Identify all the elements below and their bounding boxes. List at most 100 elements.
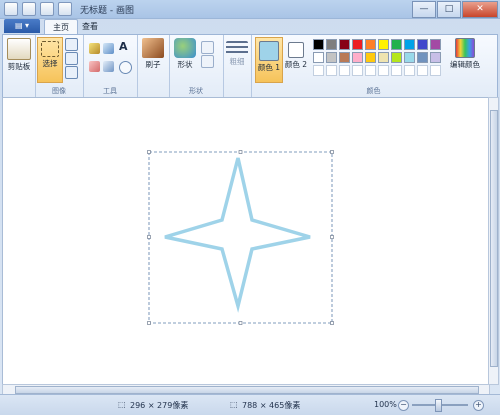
- image-group-label: 图像: [52, 87, 66, 95]
- select-button[interactable]: 选择: [37, 37, 63, 83]
- palette-swatch[interactable]: [417, 52, 428, 63]
- crop-icon[interactable]: [65, 38, 78, 51]
- vertical-scroll-thumb[interactable]: [490, 110, 498, 367]
- image-group: 选择 图像: [35, 35, 84, 97]
- edit-colors-label: 编辑颜色: [450, 60, 480, 69]
- canvas-area[interactable]: [2, 97, 490, 385]
- palette-swatch[interactable]: [326, 39, 337, 50]
- custom-color-slot[interactable]: [352, 65, 363, 76]
- custom-color-slot[interactable]: [378, 65, 389, 76]
- palette-swatch[interactable]: [391, 39, 402, 50]
- size-button[interactable]: 粗细: [225, 41, 249, 66]
- ribbon-tabs: ▤ ▾ 主页 查看: [0, 19, 500, 35]
- palette-swatch[interactable]: [417, 39, 428, 50]
- custom-color-slot[interactable]: [430, 65, 441, 76]
- size-group: 粗细: [223, 35, 252, 97]
- horizontal-scroll-thumb[interactable]: [15, 386, 479, 394]
- palette-swatch[interactable]: [352, 52, 363, 63]
- save-icon[interactable]: [22, 2, 36, 16]
- brushes-group: 刷子: [137, 35, 170, 97]
- zoom-out-button[interactable]: −: [398, 400, 409, 411]
- ribbon: 剪贴板 选择 图像 A 工具 刷子 形状 形状 粗细 颜色 1 颜色 2 编辑颜…: [2, 34, 498, 98]
- status-bar: ⬚ 296 × 279像素 ⬚ 788 × 465像素 100% − +: [0, 394, 500, 415]
- zoom-slider-thumb[interactable]: [435, 399, 442, 412]
- colors-group: 颜色 1 颜色 2 编辑颜色 颜色: [251, 35, 496, 97]
- palette-swatch[interactable]: [430, 52, 441, 63]
- minimize-button[interactable]: —: [412, 1, 436, 18]
- color1-button[interactable]: 颜色 1: [255, 37, 283, 83]
- selection-size: 296 × 279像素: [130, 401, 189, 410]
- rotate-icon[interactable]: [65, 66, 78, 79]
- palette-swatch[interactable]: [378, 52, 389, 63]
- clipboard-icon: [7, 38, 31, 60]
- eraser-icon[interactable]: [89, 61, 100, 72]
- palette-swatch[interactable]: [313, 52, 324, 63]
- redo-icon[interactable]: [58, 2, 72, 16]
- palette-swatch[interactable]: [404, 39, 415, 50]
- paint-app-icon[interactable]: [4, 2, 18, 16]
- brush-icon: [142, 38, 164, 58]
- palette-swatch[interactable]: [430, 39, 441, 50]
- edit-colors-icon: [455, 38, 475, 58]
- color2-swatch: [288, 42, 304, 58]
- zoom-level: 100%: [374, 400, 397, 409]
- outline-icon[interactable]: [201, 41, 214, 54]
- palette-swatch[interactable]: [352, 39, 363, 50]
- shapes-icon: [174, 38, 196, 58]
- brushes-button[interactable]: 刷子: [140, 38, 166, 69]
- palette-swatch[interactable]: [339, 52, 350, 63]
- custom-color-slot[interactable]: [404, 65, 415, 76]
- paint-window: 无标题 - 画图 — □ ✕ ▤ ▾ 主页 查看 剪贴板 选择 图像 A 工具 …: [0, 0, 500, 415]
- palette-swatch[interactable]: [391, 52, 402, 63]
- fill-style-icon[interactable]: [201, 55, 214, 68]
- text-tool-icon[interactable]: A: [119, 41, 130, 52]
- tools-group-label: 工具: [103, 87, 117, 95]
- quick-access-toolbar: [4, 2, 76, 16]
- shapes-button[interactable]: 形状: [172, 38, 198, 69]
- title-bar: 无标题 - 画图 — □ ✕: [0, 0, 500, 19]
- tab-view[interactable]: 查看: [74, 19, 106, 34]
- palette-swatch[interactable]: [339, 39, 350, 50]
- palette-swatch[interactable]: [404, 52, 415, 63]
- custom-color-slot[interactable]: [391, 65, 402, 76]
- custom-color-slot[interactable]: [313, 65, 324, 76]
- shapes-label: 形状: [177, 60, 193, 69]
- fill-icon[interactable]: [103, 43, 114, 54]
- vertical-scrollbar[interactable]: [488, 97, 499, 385]
- palette-swatch[interactable]: [313, 39, 324, 50]
- window-controls: — □ ✕: [411, 1, 498, 18]
- edit-colors-button[interactable]: 编辑颜色: [447, 38, 483, 69]
- magnifier-icon[interactable]: [119, 61, 132, 74]
- file-menu-button[interactable]: ▤ ▾: [4, 19, 40, 33]
- undo-icon[interactable]: [40, 2, 54, 16]
- color1-label: 颜色 1: [257, 63, 281, 72]
- custom-color-slot[interactable]: [326, 65, 337, 76]
- paste-button[interactable]: 剪贴板: [6, 38, 32, 71]
- clipboard-group: 剪贴板: [3, 35, 36, 97]
- color2-label: 颜色 2: [284, 60, 308, 69]
- canvas-size-icon: ⬚: [230, 400, 238, 409]
- size-label: 粗细: [229, 57, 245, 66]
- pencil-icon[interactable]: [89, 43, 100, 54]
- resize-icon[interactable]: [65, 52, 78, 65]
- palette-swatch[interactable]: [365, 52, 376, 63]
- tools-group: A 工具: [83, 35, 138, 97]
- custom-color-slot[interactable]: [339, 65, 350, 76]
- four-point-star-shape[interactable]: [164, 157, 311, 313]
- palette-swatch[interactable]: [326, 52, 337, 63]
- clipboard-label: 剪贴板: [7, 62, 31, 71]
- palette-swatch[interactable]: [365, 39, 376, 50]
- colors-group-label: 颜色: [366, 87, 381, 95]
- select-label: 选择: [42, 59, 58, 68]
- color2-button[interactable]: 颜色 2: [284, 37, 308, 69]
- tab-home[interactable]: 主页: [44, 19, 78, 35]
- custom-color-slot[interactable]: [417, 65, 428, 76]
- selection-size-icon: ⬚: [118, 400, 126, 409]
- palette-swatch[interactable]: [378, 39, 389, 50]
- zoom-in-button[interactable]: +: [473, 400, 484, 411]
- close-button[interactable]: ✕: [462, 1, 498, 18]
- custom-color-slot[interactable]: [365, 65, 376, 76]
- color-picker-icon[interactable]: [103, 61, 114, 72]
- canvas-svg: [147, 150, 334, 325]
- maximize-button[interactable]: □: [437, 1, 461, 18]
